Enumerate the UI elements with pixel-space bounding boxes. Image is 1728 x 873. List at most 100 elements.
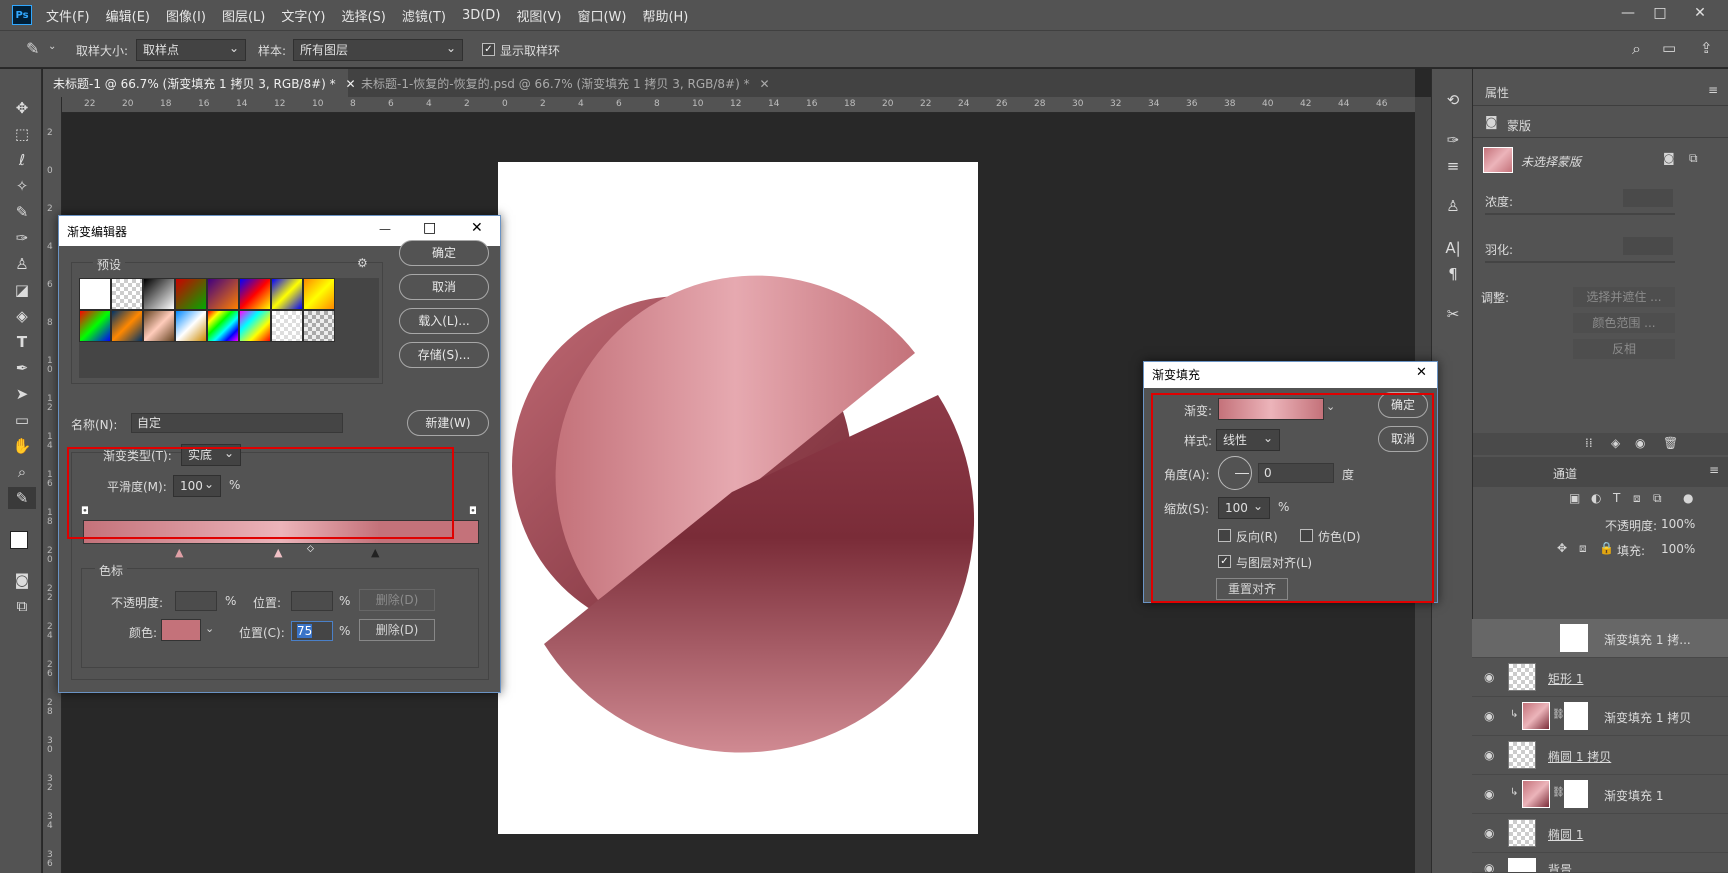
preset-swatch[interactable] [303,278,335,310]
vector-mask-icon[interactable]: ⧉ [1689,151,1698,166]
show-ring-checkbox[interactable]: ✓ [482,43,495,56]
sample-size-select[interactable]: 取样点 [136,39,246,61]
preset-swatch[interactable] [79,310,111,342]
invert-button[interactable]: 反相 [1573,339,1675,359]
quick-select-icon[interactable]: ✧ [8,175,36,197]
color-range-button[interactable]: 颜色范围 ... [1573,313,1675,333]
layer-row[interactable]: 渐变填充 1 拷... [1472,619,1728,658]
layer-row[interactable]: ◉ 椭圆 1 拷贝 [1472,736,1728,775]
brush-icon[interactable]: ✑ [8,227,36,249]
delete-opacity-button[interactable]: 删除(D) [359,589,435,611]
minimize-button[interactable]: — [1612,2,1644,24]
layer-row[interactable]: ◉ 背景 [1472,853,1728,873]
layer-name[interactable]: 椭圆 1 [1548,826,1583,843]
preset-swatch[interactable] [303,310,335,342]
preset-swatch[interactable] [271,310,303,342]
menu-layer[interactable]: 图层(L) [222,6,265,25]
layer-row[interactable]: ◉ 矩形 1 [1472,658,1728,697]
hand-icon[interactable]: ✋ [8,435,36,457]
eye-icon[interactable]: ◉ [1484,670,1494,684]
preset-swatch[interactable] [111,310,143,342]
type-icon[interactable]: T [8,331,36,353]
layer-row[interactable]: ◉ ↳ ⛓ 渐变填充 1 拷贝 [1472,697,1728,736]
close-icon[interactable]: ✕ [1416,365,1427,380]
preset-swatch[interactable] [207,278,239,310]
stamp-icon[interactable]: ♙ [8,253,36,275]
bucket-icon[interactable]: ◈ [8,305,36,327]
density-field[interactable] [1623,189,1673,207]
chevron-down-icon[interactable]: ⌄ [205,622,214,635]
color-swatch[interactable] [161,619,201,641]
tab-document-1[interactable]: 未标题-1 @ 66.7% (渐变填充 1 拷贝 3, RGB/8#) * ✕ [43,69,356,97]
eraser-icon[interactable]: ◪ [8,279,36,301]
color-stop[interactable]: ▲ [175,546,183,559]
load-button[interactable]: 载入(L)... [399,308,489,334]
layer-name[interactable]: 椭圆 1 拷贝 [1548,748,1611,765]
eyedropper-icon[interactable]: ✎ [26,39,39,58]
gear-icon[interactable]: ⚙ [357,256,368,270]
filter-pixel-icon[interactable]: ▣ [1569,491,1580,505]
tab-document-2[interactable]: 未标题-1-恢复的-恢复的.psd @ 66.7% (渐变填充 1 拷贝 3, … [351,69,780,97]
dotted-select-icon[interactable]: ⁞⁞ [1585,436,1593,450]
menu-image[interactable]: 图像(I) [166,6,206,25]
menu-edit[interactable]: 编辑(E) [106,6,150,25]
history-icon[interactable]: ⟲ [1440,91,1466,113]
color-stop-selected[interactable]: ▲ [371,546,379,559]
menu-view[interactable]: 视图(V) [516,6,561,25]
filter-shape-icon[interactable]: ⧈ [1633,491,1641,506]
preset-swatch[interactable] [79,278,111,310]
sample-select[interactable]: 所有图层 [293,39,463,61]
midpoint-diamond[interactable]: ◇ [307,544,314,554]
tab-channels[interactable]: 通道 [1553,465,1577,482]
preset-swatch[interactable] [239,310,271,342]
preset-swatch[interactable] [175,310,207,342]
eyedropper-active-icon[interactable]: ✎ [8,487,36,509]
close-button[interactable]: ✕ [1684,2,1716,24]
clone-source-icon[interactable]: ♙ [1440,197,1466,219]
delete-color-button[interactable]: 删除(D) [359,619,435,641]
menu-filter[interactable]: 滤镜(T) [402,6,446,25]
maximize-icon[interactable]: □ [423,220,436,236]
screen-mode-icon[interactable]: ⧉ [8,595,36,617]
menu-type[interactable]: 文字(Y) [281,6,325,25]
menu-3d[interactable]: 3D(D) [462,8,500,23]
zoom-icon[interactable]: ⌕ [8,461,36,483]
filter-smart-icon[interactable]: ⧉ [1653,491,1662,506]
ok-button[interactable]: 确定 [399,240,489,266]
layer-name[interactable]: 渐变填充 1 [1604,787,1663,804]
lock-all-icon[interactable]: 🔒 [1599,541,1614,555]
restore-button[interactable]: □ [1644,2,1676,24]
photoshop-logo[interactable]: Ps [12,5,32,25]
fill-value[interactable]: 100% [1661,542,1695,556]
select-mask-button[interactable]: 选择并遮住 ... [1573,287,1675,307]
search-icon[interactable]: ⌕ [1632,39,1641,59]
filter-type-icon[interactable]: T [1613,491,1620,505]
name-field[interactable]: 自定 [131,413,343,433]
eye-icon[interactable]: ◉ [1484,826,1494,840]
lasso-icon[interactable]: ℓ [8,149,36,171]
load-selection-icon[interactable]: ◈ [1611,436,1620,450]
menu-help[interactable]: 帮助(H) [642,6,688,25]
rectangle-icon[interactable]: ▭ [8,409,36,431]
feather-slider[interactable] [1485,261,1675,263]
foreground-color-swatch[interactable] [10,531,28,549]
preset-swatch[interactable] [175,278,207,310]
move-icon[interactable]: ✥ [8,97,36,119]
layer-name[interactable]: 渐变填充 1 拷贝 [1604,709,1691,726]
menu-select[interactable]: 选择(S) [341,6,385,25]
workspace-icon[interactable]: ▭ [1662,39,1676,57]
preset-swatch[interactable] [143,278,175,310]
cancel-button[interactable]: 取消 [399,274,489,300]
layer-row[interactable]: ◉ ↳ ⛓ 渐变填充 1 [1472,775,1728,814]
preset-swatch[interactable] [207,310,239,342]
marquee-icon[interactable]: ⬚ [8,123,36,145]
layer-name[interactable]: 渐变填充 1 拷... [1604,631,1691,648]
filter-adjust-icon[interactable]: ◐ [1591,491,1601,505]
tools-icon[interactable]: ✂ [1440,305,1466,327]
close-icon[interactable]: ✕ [759,77,769,91]
eyedropper-tool-icon[interactable]: ✎ [8,201,36,223]
preset-swatch[interactable] [143,310,175,342]
feather-field[interactable] [1623,237,1673,255]
menu-file[interactable]: 文件(F) [46,6,90,25]
location-field[interactable] [291,591,333,611]
